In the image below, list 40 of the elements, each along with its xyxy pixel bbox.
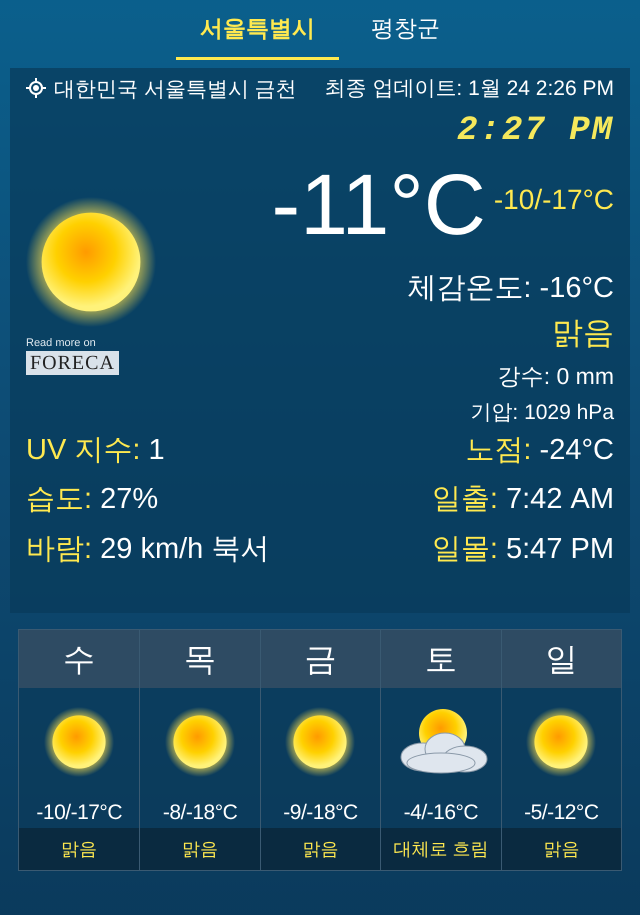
day-header: 토 — [381, 630, 501, 688]
current-temperature: -11°C — [271, 156, 486, 252]
sun-icon — [26, 196, 156, 326]
precipitation-text: 강수: 0 mm — [498, 362, 614, 390]
forecast-condition: 맑음 — [260, 828, 380, 870]
forecast-temperature: -8/-18°C — [162, 800, 238, 826]
last-updated-text: 최종 업데이트: 1월 24 2:26 PM — [324, 76, 614, 102]
forecast-condition: 맑음 — [140, 828, 260, 870]
forecast-temperature: -5/-12°C — [524, 800, 598, 826]
foreca-logo[interactable]: FORECA — [26, 351, 119, 375]
day-header: 수 — [19, 630, 140, 688]
sun-icon — [165, 707, 236, 778]
weather-detail: UV 지수: 1 — [26, 432, 166, 468]
weather-detail: 일출: 7:42 AM — [432, 482, 614, 517]
condition-text: 맑음 — [552, 314, 614, 352]
sun-icon — [526, 707, 596, 778]
sun-icon — [44, 707, 114, 778]
forecast-temperature: -9/-18°C — [283, 800, 358, 826]
weather-detail: 바람: 29 km/h 북서 — [26, 532, 270, 566]
day-header: 일 — [502, 630, 621, 688]
day-header: 목 — [140, 630, 260, 688]
forecast-condition: 맑음 — [19, 828, 140, 870]
weather-detail: 노점: -24°C — [465, 432, 614, 468]
forecast-condition: 대체로 흐림 — [381, 828, 501, 870]
weather-detail: 습도: 27% — [26, 482, 160, 517]
day-header: 금 — [260, 630, 380, 688]
high-low-temperature: -10/-17°C — [494, 182, 614, 216]
city-tab[interactable]: 평창군 — [347, 0, 464, 60]
location-text: 대한민국 서울특별시 금천 — [54, 77, 297, 103]
city-tab[interactable]: 서울특별시 — [176, 0, 339, 60]
forecast-temperature: -10/-17°C — [36, 800, 122, 826]
read-more-text: Read more on — [26, 336, 96, 350]
forecast-temperature: -4/-16°C — [404, 800, 478, 826]
weather-detail: 일몰: 5:47 PM — [432, 532, 614, 566]
sun-icon — [285, 707, 356, 778]
digital-clock: 2:27 PM — [457, 110, 614, 152]
forecast-condition: 맑음 — [502, 828, 621, 870]
pressure-text: 기압: 1029 hPa — [470, 400, 614, 426]
feels-like-text: 체감온도: -16°C — [407, 270, 614, 306]
location-crosshair-icon — [26, 78, 46, 98]
